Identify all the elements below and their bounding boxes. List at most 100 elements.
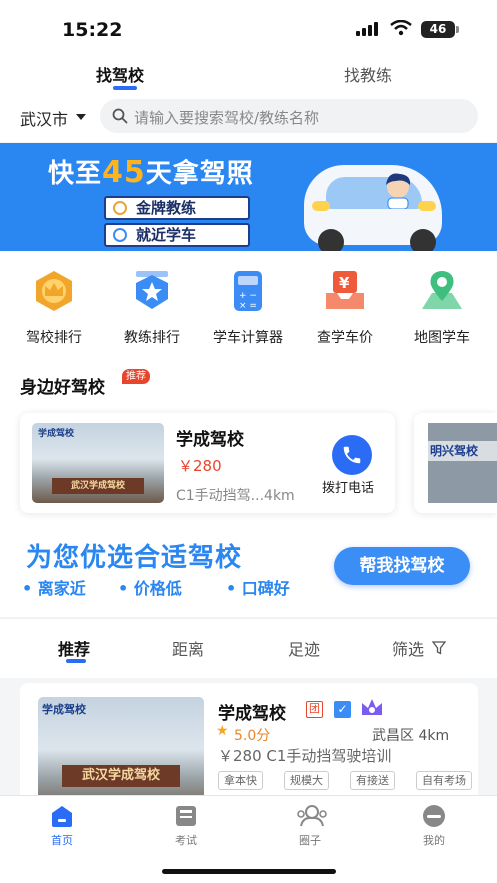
svg-text:¥: ¥ xyxy=(339,274,350,292)
school-photo-2: 明兴驾校 xyxy=(428,423,497,503)
location-icon xyxy=(113,228,127,242)
tab-find-school[interactable]: 找驾校 xyxy=(96,62,144,86)
exam-icon xyxy=(173,804,199,828)
quick-menu: 驾校排行 教练排行 + − × = 学车计算器 ¥ 查学车价 地图学车 xyxy=(0,251,497,357)
yuan-tray-icon: ¥ xyxy=(323,269,367,313)
tab-find-coach[interactable]: 找教练 xyxy=(344,62,392,86)
quick-label: 学车计算器 xyxy=(213,330,283,346)
search-placeholder: 请输入要搜索驾校/教练名称 xyxy=(134,109,320,127)
banner-pill-gold-coach: 金牌教练 xyxy=(104,196,250,220)
tab-home[interactable]: 首页 xyxy=(22,804,102,848)
funnel-icon[interactable] xyxy=(432,641,446,655)
call-label[interactable]: 拨打电话 xyxy=(322,477,374,496)
banner-pill-nearby: 就近学车 xyxy=(104,223,250,247)
school-name: 学成驾校 xyxy=(176,430,244,450)
feature-tag: 自有考场 xyxy=(416,771,472,790)
home-icon xyxy=(49,804,75,828)
caret-down-icon[interactable] xyxy=(76,114,86,120)
filter-tab-recommend[interactable]: 推荐 xyxy=(58,636,90,660)
home-indicator xyxy=(162,869,336,874)
tab-profile[interactable]: 我的 xyxy=(394,804,474,848)
promo-banner[interactable]: 快至45天拿驾照 金牌教练 就近学车 xyxy=(0,143,497,251)
filter-tab-history[interactable]: 足迹 xyxy=(288,636,320,660)
promo-point: • 口碑好 xyxy=(226,579,290,598)
recommend-badge: 推荐 xyxy=(122,369,150,384)
quick-calculator[interactable]: + − × = 学车计算器 xyxy=(200,269,296,347)
rating: 5.0分 xyxy=(234,728,271,744)
signal-icon xyxy=(356,22,378,36)
phone-icon xyxy=(343,446,361,464)
car-headlamp-left xyxy=(312,201,330,211)
price-desc: ￥280 C1手动挡驾驶培训 xyxy=(218,747,392,765)
verified-badge: ✓ xyxy=(334,701,351,718)
banner-headline: 快至45天拿驾照 xyxy=(48,155,254,190)
promo-headline: 为您优选合适驾校 xyxy=(26,543,243,573)
filter-active-indicator xyxy=(66,659,86,663)
school-desc: C1手动挡驾...4km xyxy=(176,488,295,504)
filter-tabs: 推荐 距离 足迹 筛选 xyxy=(0,618,497,678)
school-name: 学成驾校 xyxy=(218,704,286,724)
quick-label: 教练排行 xyxy=(124,330,180,346)
nearby-section: 身边好驾校 推荐 学成驾校 武汉学成驾校 学成驾校 ￥280 C1手动挡驾...… xyxy=(0,357,497,533)
tab-label: 我的 xyxy=(423,834,445,847)
svg-text:+ −: + − xyxy=(239,291,257,301)
photo-sign: 武汉学成驾校 xyxy=(52,478,144,494)
district-distance: 武昌区 4km xyxy=(372,728,450,744)
quick-label: 驾校排行 xyxy=(26,330,82,346)
car-wheel-right xyxy=(410,229,436,251)
battery-tip xyxy=(456,26,459,33)
crown-vip-icon xyxy=(362,699,382,715)
quick-check-price[interactable]: ¥ 查学车价 xyxy=(297,269,393,347)
photo-logo: 学成驾校 xyxy=(38,429,75,439)
school-price: ￥280 xyxy=(178,457,222,475)
nearby-school-card-2[interactable]: 明兴驾校 xyxy=(414,413,497,513)
nearby-school-card[interactable]: 学成驾校 武汉学成驾校 学成驾校 ￥280 C1手动挡驾...4km 拨打电话 xyxy=(20,413,395,513)
feature-tag: 规模大 xyxy=(284,771,329,790)
battery-icon: 46 xyxy=(421,21,455,38)
crown-badge-icon xyxy=(32,269,76,313)
top-tabs: 找驾校 找教练 xyxy=(0,56,497,96)
section-title: 身边好驾校 xyxy=(20,378,105,398)
tab-exam[interactable]: 考试 xyxy=(146,804,226,848)
quick-school-ranking[interactable]: 驾校排行 xyxy=(6,269,102,347)
school-list-item[interactable]: 学成驾校 武汉学成驾校 学成驾校 团 ✓ ★ 5.0分 武昌区 4km ￥280… xyxy=(20,683,478,813)
tab-community[interactable]: 圈子 xyxy=(270,804,350,848)
feature-tag: 有接送 xyxy=(350,771,395,790)
call-button[interactable] xyxy=(332,435,372,475)
filter-tab-filter[interactable]: 筛选 xyxy=(392,636,424,660)
driver-illustration xyxy=(386,173,411,209)
city-selector[interactable]: 武汉市 xyxy=(20,106,68,130)
quick-coach-ranking[interactable]: 教练排行 xyxy=(104,269,200,347)
wifi-icon xyxy=(390,20,412,36)
quick-label: 查学车价 xyxy=(317,330,373,346)
star-shield-icon xyxy=(130,269,174,313)
photo-sign-2: 明兴驾校 xyxy=(428,441,497,461)
tab-label: 考试 xyxy=(175,834,197,847)
tab-label: 圈子 xyxy=(299,834,321,847)
promo-point: • 价格低 xyxy=(118,579,182,598)
calculator-icon: + − × = xyxy=(226,269,270,313)
search-row: 武汉市 请输入要搜索驾校/教练名称 xyxy=(0,96,497,142)
star-icon: ★ xyxy=(216,723,229,739)
school-photo: 学成驾校 武汉学成驾校 xyxy=(32,423,164,503)
quick-map-learning[interactable]: 地图学车 xyxy=(394,269,490,347)
photo-logo: 学成驾校 xyxy=(42,703,86,716)
search-input[interactable]: 请输入要搜索驾校/教练名称 xyxy=(100,99,478,133)
search-icon xyxy=(112,108,128,124)
medal-icon xyxy=(113,201,127,215)
status-time: 15:22 xyxy=(62,19,123,41)
svg-text:× =: × = xyxy=(239,301,257,311)
find-school-promo: 为您优选合适驾校 • 离家近 • 价格低 • 口碑好 帮我找驾校 xyxy=(0,533,497,617)
profile-icon xyxy=(421,804,447,828)
quick-label: 地图学车 xyxy=(414,330,470,346)
help-find-school-button[interactable]: 帮我找驾校 xyxy=(334,547,470,585)
map-pin-icon xyxy=(420,269,464,313)
photo-sign: 武汉学成驾校 xyxy=(62,765,180,787)
car-headlamp-right xyxy=(418,201,436,211)
filter-tab-distance[interactable]: 距离 xyxy=(172,636,204,660)
community-icon xyxy=(297,804,327,828)
status-bar: 15:22 46 xyxy=(0,0,497,56)
feature-tag: 拿本快 xyxy=(218,771,263,790)
tab-active-indicator xyxy=(113,86,137,90)
promo-point: • 离家近 xyxy=(22,579,86,598)
